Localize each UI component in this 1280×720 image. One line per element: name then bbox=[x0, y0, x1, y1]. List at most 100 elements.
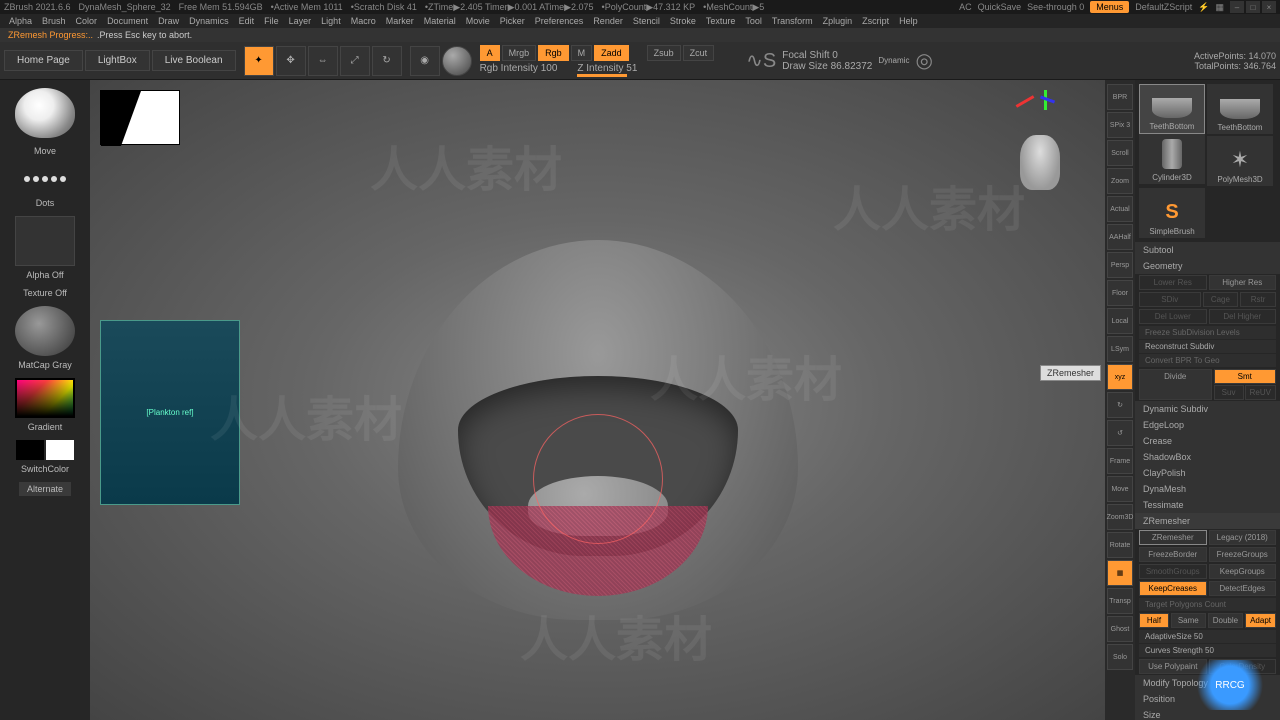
menu-macro[interactable]: Macro bbox=[346, 16, 381, 26]
transp-button[interactable]: Transp bbox=[1107, 588, 1133, 614]
bpr-button[interactable]: BPR bbox=[1107, 84, 1133, 110]
tool-thumb-teethbottom-2[interactable]: TeethBottom bbox=[1207, 84, 1273, 134]
edgeloop-header[interactable]: EdgeLoop bbox=[1135, 417, 1280, 433]
m-button[interactable]: M bbox=[571, 45, 593, 61]
target-poly-slider[interactable]: Target Polygons Count bbox=[1139, 598, 1276, 611]
sdiv-slider[interactable]: SDiv bbox=[1139, 292, 1201, 307]
zremesher-button[interactable]: ZRemesher bbox=[1139, 530, 1207, 545]
reconstruct-button[interactable]: Reconstruct Subdiv bbox=[1139, 340, 1276, 353]
detect-edges-button[interactable]: DetectEdges bbox=[1209, 581, 1277, 596]
gizmo-button[interactable]: ◉ bbox=[410, 46, 440, 76]
menu-help[interactable]: Help bbox=[894, 16, 923, 26]
menu-edit[interactable]: Edit bbox=[234, 16, 260, 26]
reuv-button[interactable]: ReUV bbox=[1245, 385, 1276, 400]
ccw-button[interactable]: ↺ bbox=[1107, 420, 1133, 446]
claypolish-header[interactable]: ClayPolish bbox=[1135, 465, 1280, 481]
lightning-icon[interactable]: ⚡ bbox=[1198, 2, 1209, 13]
crease-header[interactable]: Crease bbox=[1135, 433, 1280, 449]
nav-move-button[interactable]: Move bbox=[1107, 476, 1133, 502]
color-picker[interactable] bbox=[15, 378, 75, 418]
del-lower-button[interactable]: Del Lower bbox=[1139, 309, 1207, 324]
freeze-subdiv-button[interactable]: Freeze SubDivision Levels bbox=[1139, 326, 1276, 339]
stroke-preview[interactable] bbox=[15, 164, 75, 194]
geometry-header[interactable]: Geometry bbox=[1135, 258, 1280, 274]
a-toggle[interactable]: A bbox=[480, 45, 500, 61]
quicksave-button[interactable]: QuickSave bbox=[978, 2, 1022, 12]
axis-gizmo[interactable] bbox=[1015, 90, 1055, 130]
lsym-button[interactable]: LSym bbox=[1107, 336, 1133, 362]
menu-texture[interactable]: Texture bbox=[701, 16, 741, 26]
size-header[interactable]: Size bbox=[1135, 707, 1280, 720]
menu-movie[interactable]: Movie bbox=[461, 16, 495, 26]
color-swatch-white[interactable] bbox=[46, 440, 74, 460]
tool-thumb-cylinder[interactable]: Cylinder3D bbox=[1139, 134, 1205, 184]
focal-shift-slider[interactable]: Focal Shift 0 bbox=[782, 50, 872, 61]
dynamic-label[interactable]: Dynamic bbox=[878, 56, 909, 65]
del-higher-button[interactable]: Del Higher bbox=[1209, 309, 1277, 324]
color-density-button[interactable]: ColorDensity bbox=[1209, 659, 1277, 674]
menu-stencil[interactable]: Stencil bbox=[628, 16, 665, 26]
nav-rotate-button[interactable]: Rotate bbox=[1107, 532, 1133, 558]
use-polypaint-button[interactable]: Use Polypaint bbox=[1139, 659, 1207, 674]
home-page-button[interactable]: Home Page bbox=[4, 50, 83, 71]
zremesher-header[interactable]: ZRemesher bbox=[1135, 513, 1280, 529]
menu-stroke[interactable]: Stroke bbox=[665, 16, 701, 26]
camera-head-gizmo[interactable] bbox=[1020, 135, 1060, 190]
menu-layer[interactable]: Layer bbox=[284, 16, 317, 26]
minimize-button[interactable]: – bbox=[1230, 1, 1244, 13]
menu-marker[interactable]: Marker bbox=[381, 16, 419, 26]
floor-button[interactable]: Floor bbox=[1107, 280, 1133, 306]
rgb-button[interactable]: Rgb bbox=[538, 45, 569, 61]
dynamesh-header[interactable]: DynaMesh bbox=[1135, 481, 1280, 497]
zadd-button[interactable]: Zadd bbox=[594, 45, 629, 61]
divide-button[interactable]: Divide bbox=[1139, 369, 1212, 400]
canvas-viewport[interactable]: [Plankton ref] 人人素材 人人素材 人人素材 人人素材 人人素材 … bbox=[90, 80, 1105, 720]
circle-size-icon[interactable]: ◎ bbox=[915, 48, 932, 73]
alternate-button[interactable]: Alternate bbox=[19, 482, 71, 496]
lower-res-button[interactable]: Lower Res bbox=[1139, 275, 1207, 290]
menu-preferences[interactable]: Preferences bbox=[530, 16, 589, 26]
rgb-intensity-slider[interactable]: Rgb Intensity 100 bbox=[480, 63, 558, 77]
keep-creases-toggle[interactable]: KeepCreases bbox=[1139, 581, 1207, 596]
same-button[interactable]: Same bbox=[1171, 613, 1206, 628]
z-intensity-slider[interactable]: Z Intensity 51 bbox=[577, 63, 637, 74]
actual-button[interactable]: Actual bbox=[1107, 196, 1133, 222]
menu-zplugin[interactable]: Zplugin bbox=[818, 16, 858, 26]
freeze-border-button[interactable]: FreezeBorder bbox=[1139, 547, 1207, 562]
menu-brush[interactable]: Brush bbox=[37, 16, 71, 26]
freeze-groups-button[interactable]: FreezeGroups bbox=[1209, 547, 1277, 562]
adaptive-size-slider[interactable]: AdaptiveSize 50 bbox=[1139, 630, 1276, 643]
higher-res-button[interactable]: Higher Res bbox=[1209, 275, 1277, 290]
xyz-button[interactable]: xyz bbox=[1107, 364, 1133, 390]
canvas-thumbnail[interactable] bbox=[100, 90, 180, 145]
zcut-button[interactable]: Zcut bbox=[683, 45, 715, 61]
zoom-button[interactable]: Zoom bbox=[1107, 168, 1133, 194]
smt-toggle[interactable]: Smt bbox=[1214, 369, 1277, 384]
subtool-header[interactable]: Subtool bbox=[1135, 242, 1280, 258]
live-boolean-button[interactable]: Live Boolean bbox=[152, 50, 236, 71]
mrgb-button[interactable]: Mrgb bbox=[502, 45, 537, 61]
suv-button[interactable]: Suv bbox=[1214, 385, 1244, 400]
switch-colors[interactable] bbox=[16, 440, 74, 460]
default-zscript[interactable]: DefaultZScript bbox=[1135, 2, 1192, 12]
menu-render[interactable]: Render bbox=[588, 16, 628, 26]
menu-tool[interactable]: Tool bbox=[740, 16, 767, 26]
double-button[interactable]: Double bbox=[1208, 613, 1243, 628]
zoom3d-button[interactable]: Zoom3D bbox=[1107, 504, 1133, 530]
half-button[interactable]: Half bbox=[1139, 613, 1169, 628]
ghost-button[interactable]: Ghost bbox=[1107, 616, 1133, 642]
local-button[interactable]: Local bbox=[1107, 308, 1133, 334]
menu-transform[interactable]: Transform bbox=[767, 16, 818, 26]
shadowbox-header[interactable]: ShadowBox bbox=[1135, 449, 1280, 465]
alpha-preview[interactable] bbox=[15, 216, 75, 266]
frame-button[interactable]: Frame bbox=[1107, 448, 1133, 474]
maximize-button[interactable]: □ bbox=[1246, 1, 1260, 13]
position-header[interactable]: Position bbox=[1135, 691, 1280, 707]
tool-thumb-teethbottom[interactable]: TeethBottom bbox=[1139, 84, 1205, 134]
sphere-icon[interactable] bbox=[442, 46, 472, 76]
menu-color[interactable]: Color bbox=[71, 16, 103, 26]
smooth-groups-button[interactable]: SmoothGroups bbox=[1139, 564, 1207, 579]
rstr-button[interactable]: Rstr bbox=[1240, 292, 1276, 307]
rotate-button[interactable]: ↻ bbox=[372, 46, 402, 76]
dynamic-subdiv-header[interactable]: Dynamic Subdiv bbox=[1135, 401, 1280, 417]
